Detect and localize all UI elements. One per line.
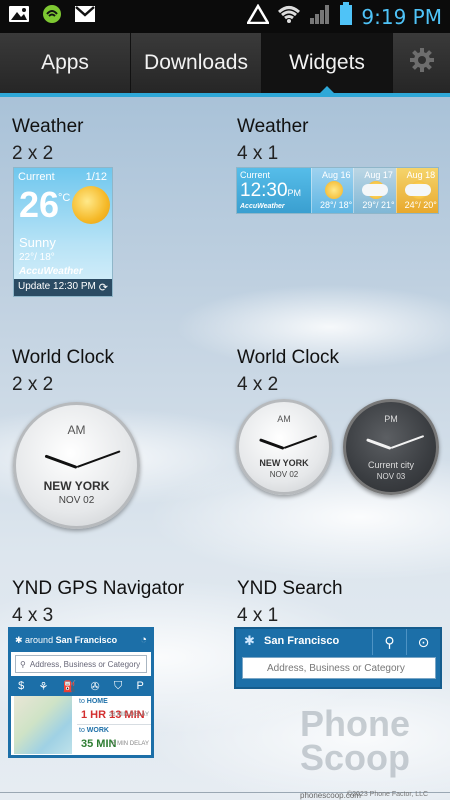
settings-button[interactable] — [393, 33, 450, 93]
widget-name-world-clock-4x2: World Clock — [237, 347, 340, 368]
clock-date: NOV 02 — [269, 470, 299, 479]
accuweather-logo: AccuWeather — [240, 203, 285, 210]
battery-icon — [339, 2, 353, 31]
weather-condition: Sunny — [19, 235, 56, 250]
accuweather-logo: AccuWeather — [19, 266, 83, 277]
weather-time: 12:30PM — [240, 180, 302, 201]
clock-date: NOV 03 — [376, 472, 406, 481]
star-icon: ✱ — [244, 633, 255, 648]
widget-size-weather-4x1: 4 x 1 — [237, 143, 279, 164]
cloud-icon — [404, 184, 431, 196]
signal-icon — [309, 3, 331, 30]
clock-city: NEW YORK — [43, 479, 110, 493]
minute-hand — [76, 449, 121, 468]
widget-size-weather-2x2: 2 x 2 — [12, 143, 54, 164]
dollar-icon: $ — [18, 680, 25, 692]
gps-category-icons: $ ⚘ ⛽ ✇ ⛉ P — [11, 676, 151, 696]
search-icon: ⚲ — [372, 629, 406, 655]
clock-ampm: AM — [67, 423, 86, 437]
phonescoop-watermark: Phone Scoop — [300, 703, 411, 778]
hour-hand — [44, 453, 78, 469]
world-clock-2x2-preview[interactable]: AM NEW YORK NOV 02 — [13, 402, 140, 529]
star-icon: ✱ — [15, 635, 26, 645]
widget-list[interactable]: Weather 2 x 2 Current 1/12 26 °C Sunny 2… — [0, 97, 450, 800]
world-clock-4x2-current[interactable]: PM Current city NOV 03 — [343, 399, 439, 495]
alert-triangle-icon — [246, 3, 271, 29]
tab-widgets[interactable]: Widgets — [262, 33, 393, 93]
ynd-search-field: Address, Business or Category — [242, 657, 436, 679]
forecast-day: Aug 16 28°/ 18° — [311, 168, 354, 213]
weather-update-bar: Update 12:30 PM ⟳ — [14, 279, 112, 296]
widget-size-world-clock-4x2: 4 x 2 — [237, 374, 279, 395]
weather-date: 1/12 — [85, 171, 107, 183]
restaurant-icon: ⚘ — [38, 680, 49, 693]
widget-name-ynd-search: YND Search — [237, 578, 343, 599]
image-icon — [8, 5, 30, 28]
clock-ampm: PM — [384, 414, 398, 424]
current-label: Current — [240, 170, 271, 180]
clock-date: NOV 02 — [58, 495, 95, 506]
widget-name-world-clock-2x2: World Clock — [12, 347, 115, 368]
gps-search-field: ⚲ Address, Business or Category — [15, 655, 147, 673]
search-icon: ⚲ — [20, 659, 26, 669]
widget-size-world-clock-2x2: 2 x 2 — [12, 374, 54, 395]
ynd-search-widget-preview[interactable]: ✱ San Francisco ⚲ ⊙ Address, Business or… — [234, 627, 442, 689]
gmail-icon — [74, 5, 96, 28]
footer-copyright: ©2023 Phone Factor, LLC — [347, 791, 429, 798]
world-clock-4x2-ny[interactable]: AM NEW YORK NOV 02 — [236, 399, 332, 495]
weather-current-panel: Current 12:30PM AccuWeather — [237, 168, 311, 213]
ynd-location-bar: ✱ San Francisco ⚲ ⊙ — [236, 629, 440, 655]
weather-temp: 26 — [19, 184, 60, 225]
widget-size-ynd-gps: 4 x 3 — [12, 605, 54, 626]
minute-hand — [390, 435, 425, 449]
gps-map-thumbnail — [14, 696, 72, 754]
widget-name-ynd-gps: YND GPS Navigator — [12, 578, 185, 599]
gas-icon: ⛽ — [62, 680, 77, 693]
update-time: Update 12:30 PM — [18, 281, 96, 292]
gear-icon — [409, 47, 435, 79]
status-bar: 9:19 PM — [0, 0, 450, 33]
gps-routes: to HOME 1 HR 13 MIN 28 MIN DELAY to WORK… — [77, 698, 151, 750]
tab-apps[interactable]: Apps — [0, 33, 131, 93]
sun-icon — [325, 181, 343, 199]
widget-size-ynd-search: 4 x 1 — [237, 605, 279, 626]
shopping-icon: ⛉ — [113, 679, 123, 692]
widget-tab-bar: Apps Downloads Widgets — [0, 33, 450, 97]
widget-name-weather-2x2: Weather — [12, 116, 84, 137]
clock-time: 9:19 PM — [361, 4, 442, 29]
circle-app-icon — [42, 4, 62, 29]
clock-city: Current city — [367, 460, 414, 470]
clock-ampm: AM — [277, 414, 291, 424]
ynd-location: San Francisco — [264, 635, 340, 647]
weather-widget-2x2-preview[interactable]: Current 1/12 26 °C Sunny 22°/ 18° AccuWe… — [13, 167, 113, 297]
parking-icon: P — [136, 680, 144, 692]
weather-unit: °C — [58, 192, 71, 204]
minute-hand — [283, 435, 318, 449]
sun-icon — [72, 186, 110, 224]
weather-range: 22°/ 18° — [19, 252, 55, 263]
ynd-gps-widget-preview[interactable]: ✱ around San Francisco ◔ ⚲ Address, Busin… — [8, 627, 154, 758]
hour-hand — [366, 438, 392, 450]
clock-city: NEW YORK — [259, 458, 309, 468]
active-tab-indicator — [318, 86, 336, 95]
hour-hand — [259, 438, 285, 450]
entertainment-icon: ✇ — [90, 680, 100, 693]
tab-downloads[interactable]: Downloads — [131, 33, 262, 93]
refresh-icon: ⟳ — [98, 282, 108, 294]
current-label: Current — [18, 171, 55, 183]
location-pin-icon: ⊙ — [406, 629, 440, 655]
gps-location-bar: ✱ around San Francisco ◔ — [11, 630, 151, 652]
wifi-icon — [277, 4, 301, 29]
refresh-icon: ◔ — [140, 634, 147, 646]
widget-name-weather-4x1: Weather — [237, 116, 309, 137]
weather-widget-4x1-preview[interactable]: Current 12:30PM AccuWeather Aug 16 28°/ … — [236, 167, 439, 214]
cloud-icon — [362, 184, 389, 196]
forecast-day: Aug 17 29°/ 21° — [353, 168, 396, 213]
forecast-day: Aug 18 24°/ 20° — [395, 168, 438, 213]
